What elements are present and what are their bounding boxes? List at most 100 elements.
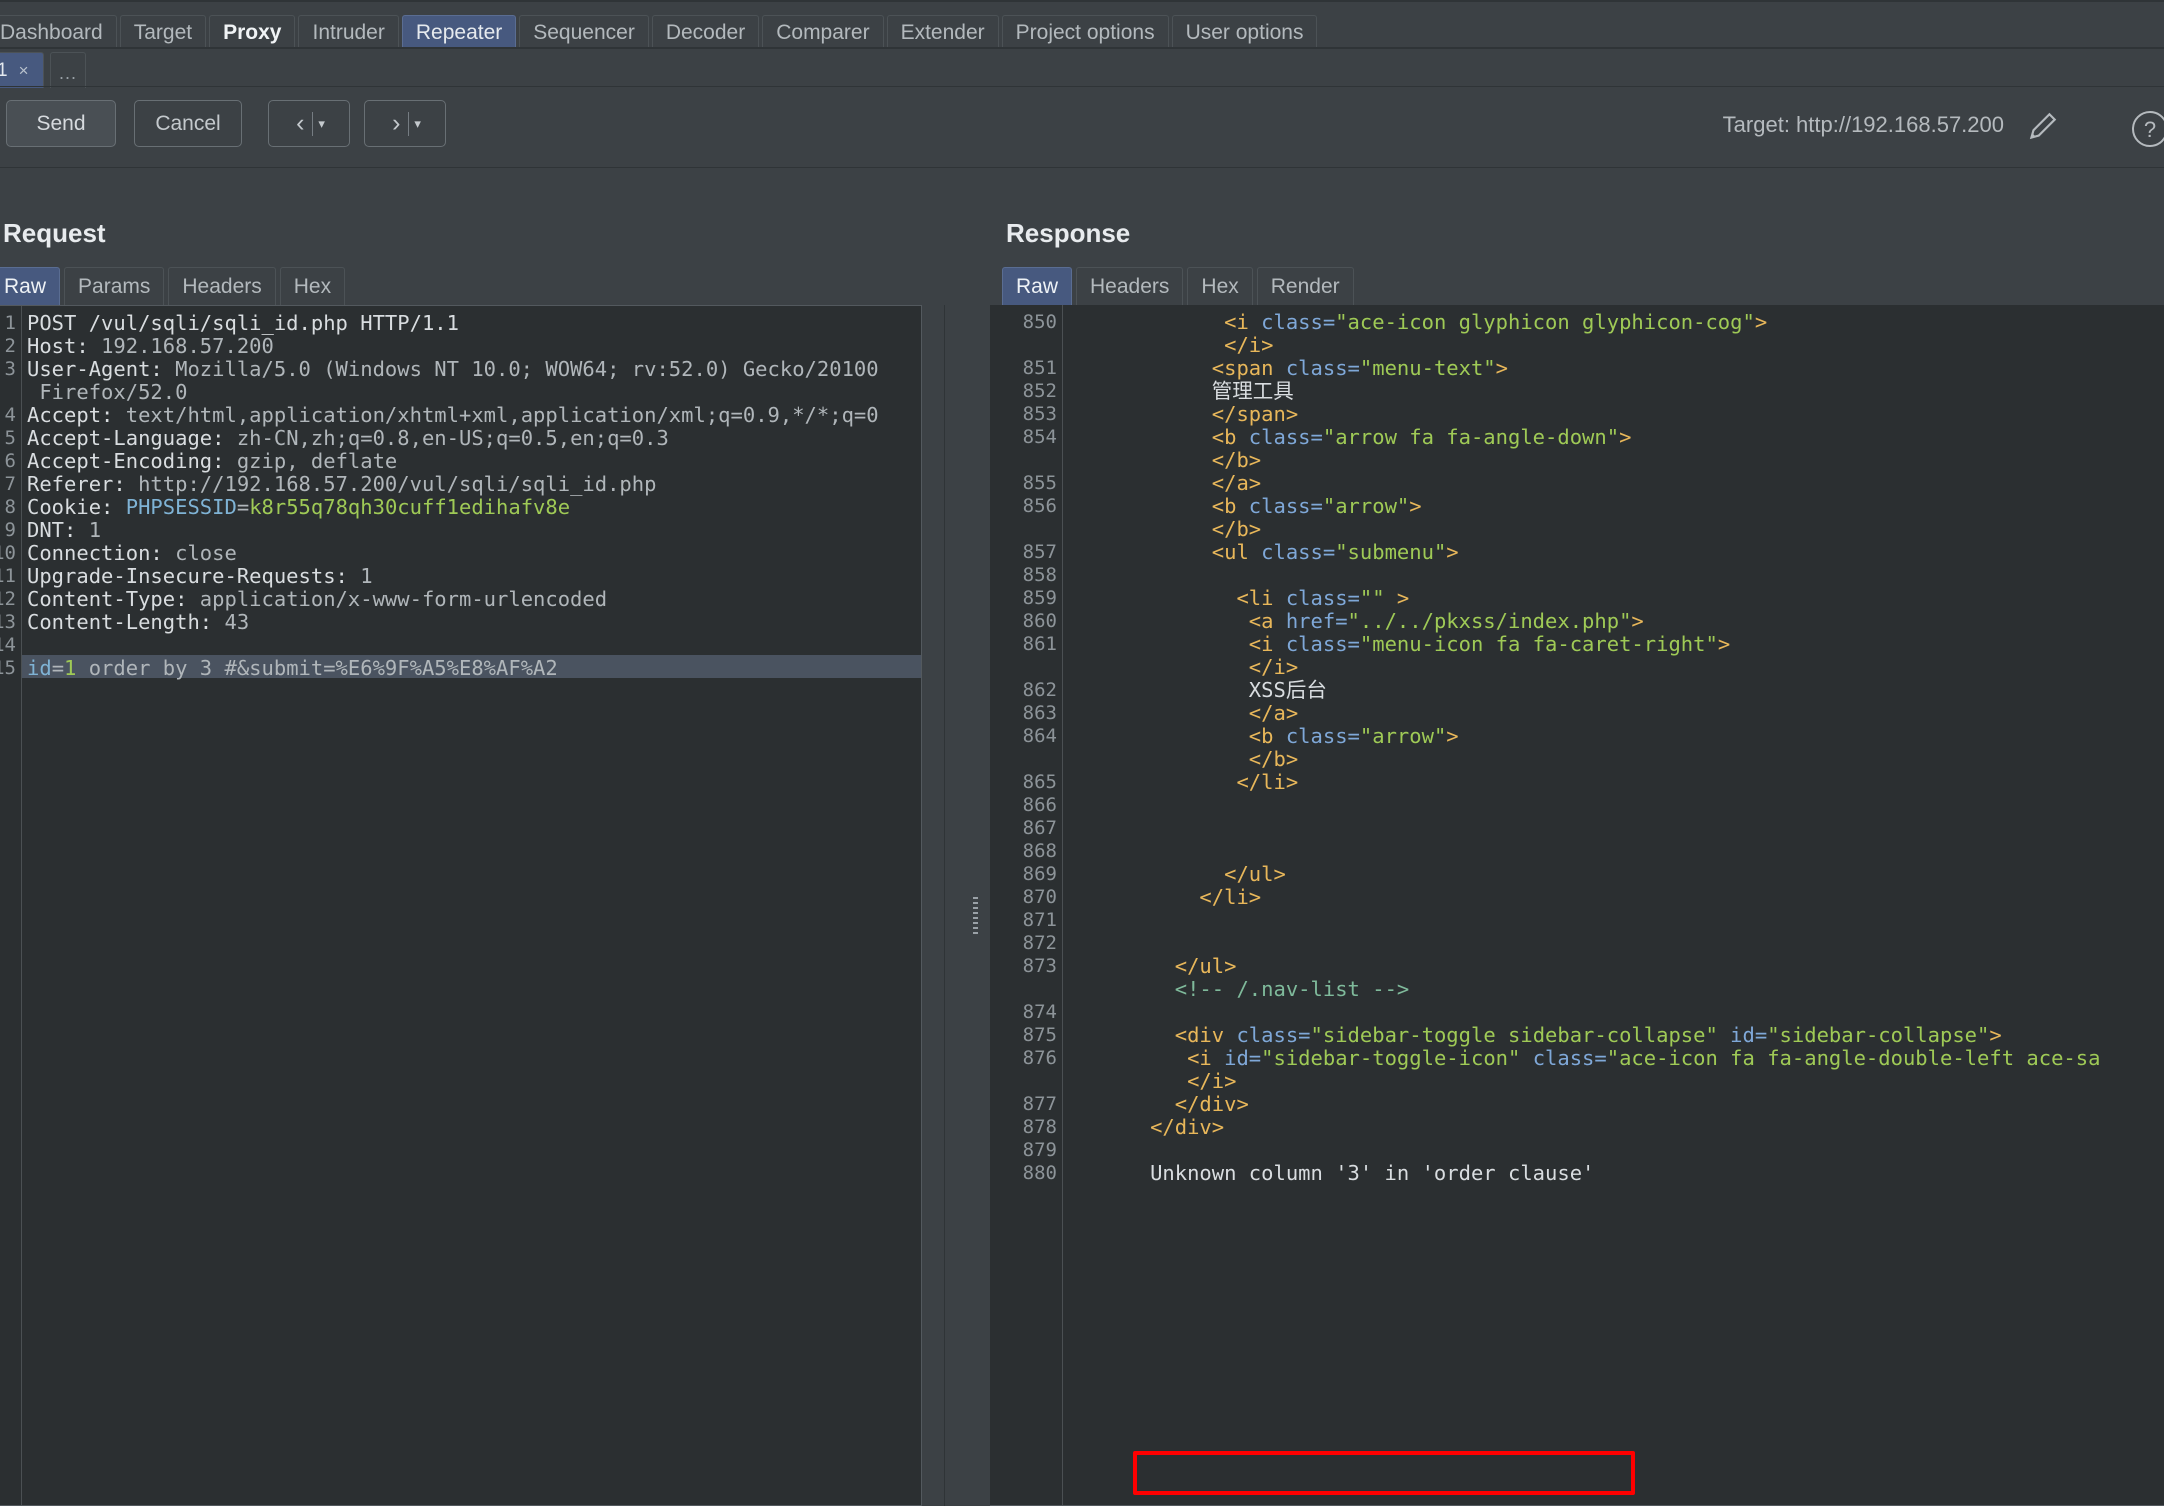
main-tab-proxy[interactable]: Proxy — [209, 15, 296, 49]
main-tab-user-options[interactable]: User options — [1171, 15, 1318, 49]
line-number: 9 — [4, 519, 16, 541]
line-number: 878 — [1022, 1116, 1057, 1138]
code-line: <a href="../../pkxss/index.php"> — [1076, 610, 1644, 633]
close-icon[interactable]: × — [19, 61, 29, 81]
top-divider — [0, 0, 2164, 2]
line-number: 10 — [0, 542, 16, 564]
code-line: </a> — [1076, 472, 1261, 495]
code-token: Cookie: — [27, 495, 126, 519]
code-token: 1 — [360, 564, 373, 588]
request-tab-hex[interactable]: Hex — [279, 267, 346, 305]
code-line: Accept: text/html,application/xhtml+xml,… — [27, 404, 879, 427]
response-tab-raw[interactable]: Raw — [1002, 267, 1073, 305]
code-token: id — [27, 656, 52, 680]
chevron-down-icon[interactable]: ▾ — [318, 116, 325, 132]
code-token: <i — [1248, 632, 1286, 656]
repeater-tab-label: 1 — [0, 59, 8, 81]
line-number: 871 — [1022, 909, 1057, 931]
request-tab-raw[interactable]: Raw — [0, 267, 61, 305]
code-token: > — [1446, 540, 1459, 564]
response-tab-headers[interactable]: Headers — [1076, 267, 1184, 305]
line-number: 866 — [1022, 794, 1057, 816]
code-token: gzip, deflate — [236, 449, 398, 473]
code-line: DNT: 1 — [27, 519, 101, 542]
code-token: > — [1495, 356, 1508, 380]
main-tab-sequencer[interactable]: Sequencer — [519, 15, 649, 49]
line-number: 2 — [4, 335, 16, 357]
code-token: = — [236, 495, 250, 519]
line-number: 850 — [1022, 311, 1057, 333]
line-number: 858 — [1022, 564, 1057, 586]
code-token: > — [1717, 632, 1731, 656]
request-tab-params[interactable]: Params — [64, 267, 165, 305]
code-token: <b — [1211, 494, 1249, 518]
code-token: <b — [1211, 425, 1249, 449]
chevron-down-icon[interactable]: ▾ — [414, 116, 421, 132]
code-token: <li — [1236, 586, 1286, 610]
main-tab-dashboard[interactable]: Dashboard — [0, 15, 117, 49]
code-line: </span> — [1076, 403, 1298, 426]
main-tab-repeater[interactable]: Repeater — [401, 15, 517, 49]
line-number: 15 — [0, 657, 16, 679]
code-line: </i> — [1076, 1070, 1236, 1093]
go-back-button[interactable]: ‹ ▾ — [268, 100, 350, 147]
code-line: Connection: close — [27, 542, 237, 565]
divider — [312, 111, 314, 136]
code-token: 1 — [64, 656, 77, 680]
chevron-right-icon: › — [392, 109, 401, 137]
code-token: XSS后台 — [1248, 678, 1327, 702]
repeater-tab-1[interactable]: 1 × — [0, 52, 44, 88]
main-tab-label: Extender — [900, 21, 985, 44]
response-tab-hex[interactable]: Hex — [1187, 267, 1253, 305]
code-token: "submenu" — [1335, 540, 1447, 564]
tab-label: Params — [78, 275, 151, 298]
code-line: Accept-Language: zh-CN,zh;q=0.8,en-US;q=… — [27, 427, 669, 450]
main-tab-target[interactable]: Target — [119, 15, 207, 49]
code-line: Referer: http://192.168.57.200/vul/sqli/… — [27, 473, 656, 496]
code-token: </b> — [1211, 448, 1262, 472]
code-token: </ul> — [1174, 954, 1237, 978]
main-tab-project-options[interactable]: Project options — [1001, 15, 1169, 49]
request-tab-headers[interactable]: Headers — [168, 267, 276, 305]
response-line-gutter: 850 851 852 853 854 855 856 857 858 859 860 861 862 8… — [990, 305, 1063, 1505]
code-token: class= — [1285, 356, 1360, 380]
send-button[interactable]: Send — [6, 100, 116, 147]
main-tab-bar: Dashboard Target Proxy Intruder Repeater Sequ… — [0, 0, 2164, 50]
splitter-grip-icon[interactable] — [973, 897, 978, 937]
request-editor[interactable]: 123456789101112131415 POST /vul/sqli/sql… — [0, 305, 922, 1506]
main-tab-comparer[interactable]: Comparer — [762, 15, 884, 49]
response-tab-render[interactable]: Render — [1256, 267, 1354, 305]
line-number: 7 — [4, 473, 16, 495]
code-line: Content-Length: 43 — [27, 611, 249, 634]
divider — [408, 111, 410, 136]
main-tab-label: Project options — [1015, 21, 1155, 44]
main-tab-extender[interactable]: Extender — [886, 15, 999, 49]
response-editor[interactable]: 850 851 852 853 854 855 856 857 858 859 860 861 862 8… — [990, 305, 2164, 1506]
panel-splitter[interactable] — [962, 305, 988, 1506]
code-token: </i> — [1187, 1069, 1237, 1093]
tab-label: Hex — [293, 275, 332, 298]
code-token: </b> — [1248, 747, 1299, 771]
help-icon[interactable]: ? — [2130, 109, 2164, 149]
main-tab-intruder[interactable]: Intruder — [298, 15, 399, 49]
target-label: Target: http://192.168.57.200 — [1722, 112, 2004, 137]
code-token: class= — [1285, 632, 1360, 656]
cancel-button[interactable]: Cancel — [134, 100, 242, 147]
go-forward-button[interactable]: › ▾ — [364, 100, 446, 147]
line-number: 5 — [4, 427, 16, 449]
code-token: class= — [1261, 540, 1336, 564]
code-token: "sidebar-toggle sidebar-collapse" — [1310, 1023, 1718, 1047]
repeater-tab-add[interactable]: ... — [50, 52, 86, 88]
main-tab-decoder[interactable]: Decoder — [651, 15, 760, 49]
code-token: text/html,application/xhtml+xml,applicat… — [125, 403, 879, 427]
edit-pencil-icon[interactable] — [2025, 110, 2059, 144]
